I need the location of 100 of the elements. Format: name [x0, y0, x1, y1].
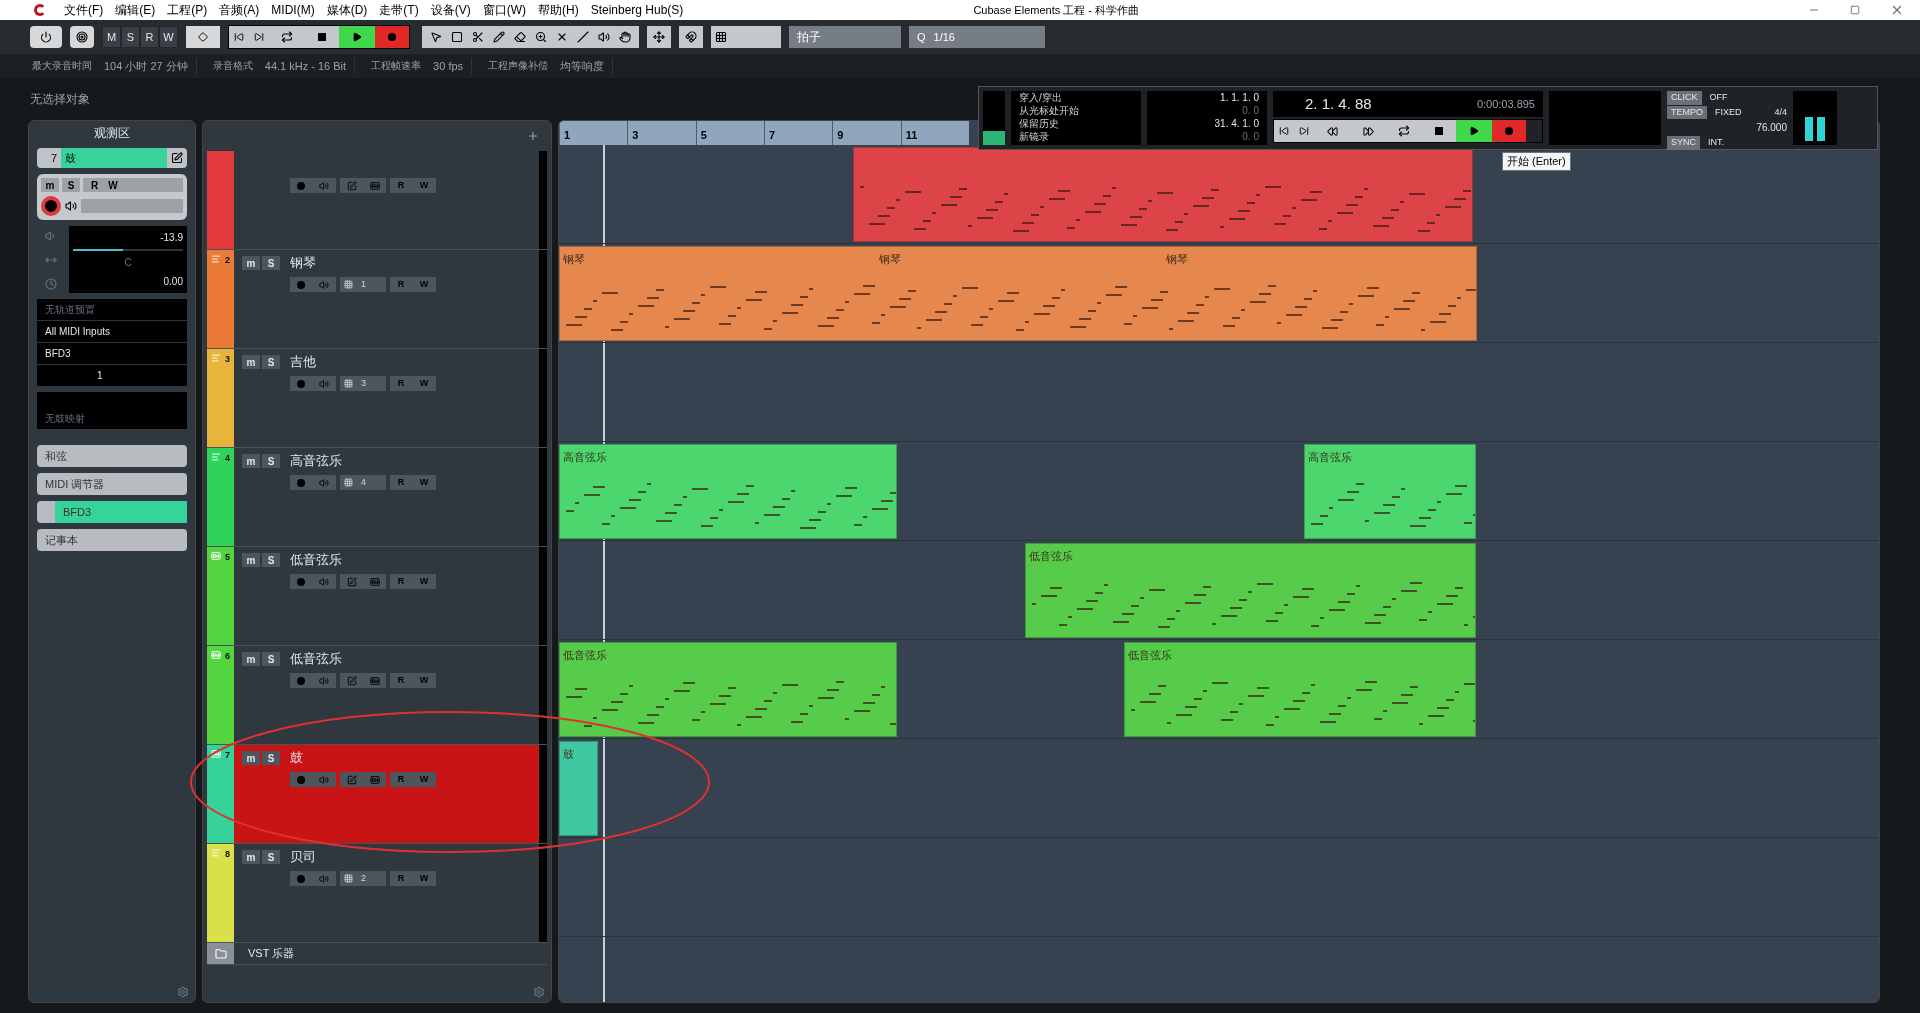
midi-clip[interactable]: 低音弦乐 [1025, 543, 1477, 638]
left-locator[interactable]: 1. 1. 1. 0 [1147, 91, 1259, 104]
track-header[interactable]: 5 m S 低音弦乐 R W [207, 547, 547, 646]
output-routing[interactable]: BFD3 [37, 343, 187, 365]
menu-item[interactable]: 音频(A) [213, 1, 266, 19]
automation-toggle[interactable]: W [108, 178, 118, 192]
keyboard-icon[interactable] [369, 774, 380, 785]
midi-clip[interactable]: 低音弦乐 [559, 642, 897, 737]
inspector-section-header[interactable]: BFD3 [37, 501, 187, 523]
transport-option[interactable]: 保留历史 [1019, 117, 1133, 130]
keyboard-icon[interactable] [369, 675, 380, 686]
sync-label[interactable]: SYNC [1667, 136, 1700, 150]
previous-button[interactable] [229, 26, 249, 48]
timeline-ruler[interactable]: 1 3 5 7 9 11 [559, 121, 969, 145]
speaker-icon[interactable] [598, 31, 610, 43]
menu-item[interactable]: 窗口(W) [476, 1, 532, 19]
solo-button[interactable]: S [262, 355, 280, 369]
midi-channel[interactable]: 4 [361, 475, 366, 490]
transport-option[interactable]: 从光标处开始 [1019, 104, 1133, 117]
mute-tool-icon[interactable] [556, 31, 568, 43]
scissors-icon[interactable] [472, 31, 484, 43]
keyboard-icon[interactable] [369, 576, 380, 587]
menu-item[interactable]: MIDI(M) [265, 1, 321, 19]
record-button[interactable] [375, 26, 409, 48]
menu-item[interactable]: 工程(P) [161, 1, 214, 19]
range-icon[interactable] [451, 31, 463, 43]
inspector-section-header[interactable]: 和弦 [37, 445, 187, 467]
input-routing[interactable]: All MIDI Inputs [37, 321, 187, 343]
settings-field[interactable] [81, 199, 183, 213]
transport-group-button[interactable] [186, 26, 220, 48]
mute-button[interactable]: m [242, 751, 260, 765]
hand-icon[interactable] [619, 31, 631, 43]
record-icon[interactable] [297, 676, 305, 685]
right-locator[interactable]: 31. 4. 1. 0 [1147, 117, 1259, 130]
preset-field[interactable]: 无轨道预置 [37, 299, 187, 321]
maximize-icon[interactable] [1850, 5, 1860, 15]
record-icon[interactable] [297, 775, 305, 784]
stop-button[interactable] [1422, 120, 1456, 142]
line-icon[interactable] [577, 31, 589, 43]
transport-option[interactable]: 穿入/穿出 [1019, 91, 1133, 104]
solo-button[interactable]: S [262, 553, 280, 567]
track-header[interactable]: 8 m S 贝司 2 R W [207, 844, 547, 943]
speaker-icon[interactable] [65, 200, 77, 212]
record-icon[interactable] [297, 181, 305, 190]
record-icon[interactable] [297, 280, 305, 289]
pointer-icon[interactable] [430, 31, 442, 43]
solo-button[interactable]: S [262, 454, 280, 468]
previous-button[interactable] [1274, 120, 1294, 142]
time-display[interactable]: 0:00:03.895 [1476, 95, 1535, 113]
automation-toggle[interactable]: R [91, 178, 99, 192]
close-icon[interactable] [1890, 3, 1904, 17]
record-button[interactable] [1492, 120, 1526, 142]
solo-button[interactable]: S [262, 652, 280, 666]
menu-item[interactable]: 帮助(H) [532, 1, 585, 19]
midi-clip[interactable]: 高音弦乐 [1304, 444, 1477, 539]
mute-button[interactable]: m [242, 850, 260, 864]
record-icon[interactable] [297, 577, 305, 586]
midi-channel[interactable]: 3 [361, 376, 366, 391]
track-header[interactable]: 2 m S 钢琴 1 R W [207, 250, 547, 349]
toolbar-toggle[interactable]: W [159, 26, 178, 48]
solo-button[interactable]: S [262, 751, 280, 765]
track-header[interactable]: 7 m S 鼓 R W [207, 745, 547, 844]
snap-button[interactable] [679, 26, 703, 48]
edit-icon[interactable] [171, 152, 183, 164]
mute-button[interactable]: m [242, 355, 260, 369]
midi-clip[interactable]: 高音弦乐 [559, 444, 897, 539]
mute-button[interactable]: m [242, 256, 260, 270]
midi-clip[interactable]: 鼓 [559, 741, 598, 836]
transport-option[interactable]: 新镜录 [1019, 130, 1133, 143]
add-track-icon[interactable] [527, 130, 539, 142]
crosshair-button[interactable] [647, 26, 671, 48]
mute-button[interactable]: m [242, 553, 260, 567]
midi-channel[interactable]: 1 [361, 277, 366, 292]
inspector-section-header[interactable]: 记事本 [37, 529, 187, 551]
track-name-field[interactable]: 鼓 [61, 148, 167, 168]
grid-type-dropdown[interactable]: 拍子 [789, 26, 901, 48]
play-button[interactable] [339, 26, 375, 48]
menu-item[interactable]: 走带(T) [373, 1, 425, 19]
track-header[interactable]: 6 m S 低音弦乐 R W [207, 646, 547, 745]
record-icon[interactable] [297, 478, 305, 487]
toolbar-toggle[interactable]: S [121, 26, 140, 48]
play-button[interactable] [1456, 120, 1492, 142]
menu-item[interactable]: Steinberg Hub(S) [584, 1, 690, 19]
mute-button[interactable]: m [242, 652, 260, 666]
track-header[interactable]: 4 m S 高音弦乐 4 R W [207, 448, 547, 547]
menu-item[interactable]: 媒体(D) [320, 1, 374, 19]
menu-item[interactable]: 设备(V) [424, 1, 477, 19]
solo-button[interactable]: S [262, 850, 280, 864]
track-toggle[interactable]: m [41, 178, 59, 192]
record-enable-button[interactable] [41, 196, 61, 216]
record-icon[interactable] [297, 379, 305, 388]
inspector-section-header[interactable]: MIDI 调节器 [37, 473, 187, 495]
toolbar-toggle[interactable]: M [102, 26, 121, 48]
mute-button[interactable]: m [242, 454, 260, 468]
midi-clip[interactable]: 钢琴 钢琴 钢琴 [559, 246, 1477, 341]
midi-clip[interactable]: 低音弦乐 [1124, 642, 1477, 737]
click-label[interactable]: CLICK [1667, 91, 1702, 105]
record-icon[interactable] [297, 874, 305, 883]
menu-item[interactable]: 文件(F) [58, 1, 110, 19]
grid-button[interactable] [711, 26, 781, 48]
